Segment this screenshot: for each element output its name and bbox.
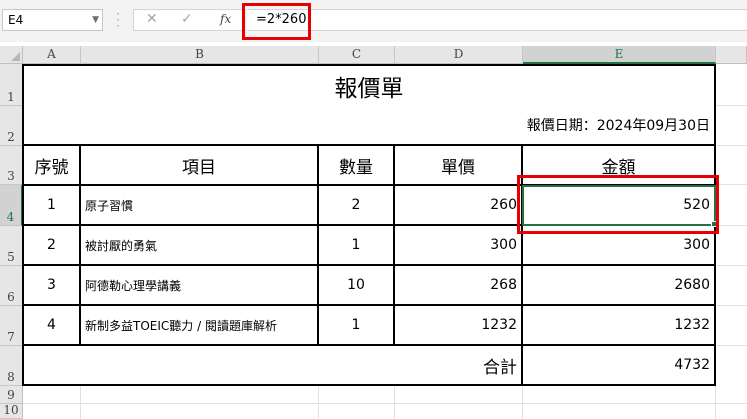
table-cell[interactable]: 300 [395, 226, 521, 264]
spreadsheet-grid[interactable]: A B C D E 1 2 3 4 5 6 7 8 9 10 報價單 報價日期：… [0, 42, 747, 419]
table-cell[interactable]: 1 [24, 186, 79, 224]
row-header-1[interactable]: 1 [0, 64, 23, 106]
insert-function-icon[interactable]: fx [220, 12, 231, 26]
gridline [716, 345, 747, 346]
row-header-2[interactable]: 2 [0, 106, 23, 146]
formula-input[interactable]: =2*260 [247, 9, 747, 31]
row-header-7[interactable]: 7 [0, 306, 23, 346]
row-header-8[interactable]: 8 [0, 346, 23, 386]
row-header-5[interactable]: 5 [0, 226, 23, 266]
header-no[interactable]: 序號 [24, 146, 79, 184]
table-cell[interactable]: 4 [24, 306, 79, 344]
gridline [716, 145, 747, 146]
row-header-9[interactable]: 9 [0, 386, 23, 404]
gridline [716, 225, 747, 226]
table-cell[interactable]: 260 [395, 186, 521, 224]
cancel-icon[interactable]: ✕ [146, 11, 158, 27]
table-cell[interactable]: 2 [24, 226, 79, 264]
cell-highlight-box [517, 175, 719, 234]
row-header-10[interactable]: 10 [0, 403, 23, 419]
column-header-a[interactable]: A [23, 46, 81, 64]
gridline [716, 265, 747, 266]
name-box-value: E4 [8, 13, 24, 27]
table-cell[interactable]: 3 [24, 266, 79, 304]
gridline [716, 305, 747, 306]
column-header-c[interactable]: C [319, 46, 395, 64]
gridline [23, 403, 747, 404]
gridline [716, 184, 747, 185]
header-item[interactable]: 項目 [81, 146, 317, 184]
table-cell[interactable]: 1 [319, 226, 393, 264]
formula-highlight-box [242, 3, 311, 40]
formula-buttons: ✕ ✓ fx [133, 9, 243, 31]
table-cell[interactable]: 1232 [395, 306, 521, 344]
total-label[interactable]: 合計 [24, 346, 521, 384]
chevron-down-icon[interactable]: ▼ [92, 10, 99, 30]
gridline [716, 105, 747, 106]
table-cell[interactable]: 2 [319, 186, 393, 224]
row-header-6[interactable]: 6 [0, 266, 23, 306]
more-options-icon[interactable]: · · · [116, 8, 120, 32]
total-value[interactable]: 4732 [523, 346, 714, 384]
check-icon[interactable]: ✓ [181, 11, 193, 27]
sheet-title[interactable]: 報價單 [24, 66, 714, 105]
table-cell[interactable]: 被討厭的勇氣 [81, 226, 317, 264]
header-qty[interactable]: 數量 [319, 146, 393, 184]
table-cell[interactable]: 2680 [523, 266, 714, 304]
column-header-e[interactable]: E [523, 46, 716, 64]
row-header-4[interactable]: 4 [0, 185, 23, 226]
table-cell[interactable]: 1232 [523, 306, 714, 344]
table-cell[interactable]: 原子習慣 [81, 186, 317, 224]
header-price[interactable]: 單價 [395, 146, 521, 184]
formula-bar: E4 ▼ · · · ✕ ✓ fx =2*260 [0, 0, 747, 42]
column-header-f[interactable] [716, 46, 747, 64]
name-box[interactable]: E4 ▼ [2, 9, 103, 31]
quote-date[interactable]: 報價日期：2024年09月30日 [24, 106, 714, 144]
table-cell[interactable]: 新制多益TOEIC聽力 / 閱讀題庫解析 [81, 306, 317, 344]
table-cell[interactable]: 10 [319, 266, 393, 304]
column-header-d[interactable]: D [395, 46, 523, 64]
row-header-3[interactable]: 3 [0, 146, 23, 185]
select-all-button[interactable] [0, 46, 23, 64]
column-header-b[interactable]: B [81, 46, 319, 64]
table-cell[interactable]: 阿德勒心理學講義 [81, 266, 317, 304]
table-border [22, 384, 716, 386]
table-cell[interactable]: 1 [319, 306, 393, 344]
table-cell[interactable]: 268 [395, 266, 521, 304]
